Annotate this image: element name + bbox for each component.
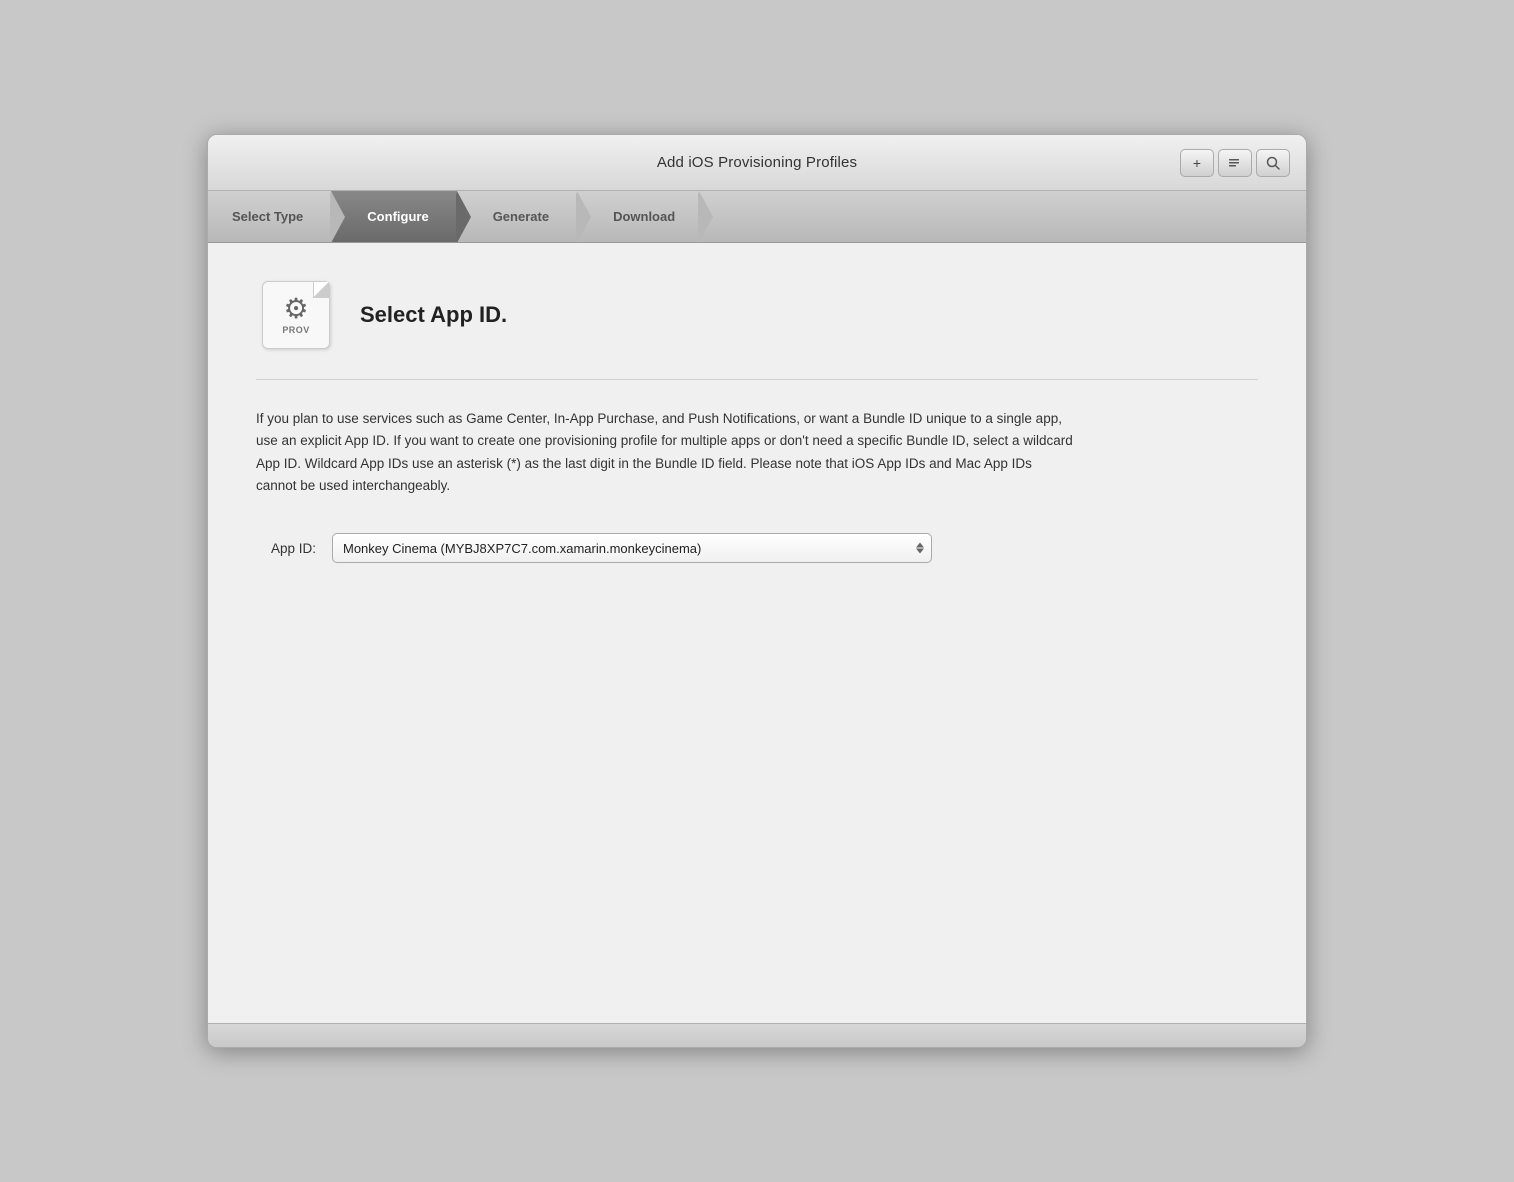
description-text: If you plan to use services such as Game… (256, 408, 1076, 497)
title-bar: Add iOS Provisioning Profiles + (208, 135, 1306, 191)
bottom-bar (208, 1023, 1306, 1047)
edit-icon (1228, 157, 1242, 169)
step-select-type[interactable]: Select Type (208, 191, 331, 242)
section-title: Select App ID. (360, 302, 507, 328)
prov-file-icon: ⚙ PROV (256, 275, 336, 355)
content-header: ⚙ PROV Select App ID. (256, 275, 1258, 380)
app-id-label: App ID: (256, 541, 316, 556)
step-configure[interactable]: Configure (331, 191, 456, 242)
search-icon (1266, 156, 1280, 170)
toolbar-actions: + (1180, 149, 1290, 177)
app-id-select[interactable]: Monkey Cinema (MYBJ8XP7C7.com.xamarin.mo… (332, 533, 932, 563)
edit-button[interactable] (1218, 149, 1252, 177)
prov-file-label: PROV (282, 325, 309, 335)
content-area: ⚙ PROV Select App ID. If you plan to use… (208, 243, 1306, 1023)
steps-bar: Select Type Configure Generate Download (208, 191, 1306, 243)
main-window: Add iOS Provisioning Profiles + Select T… (207, 134, 1307, 1048)
search-button[interactable] (1256, 149, 1290, 177)
app-id-row: App ID: Monkey Cinema (MYBJ8XP7C7.com.xa… (256, 533, 1258, 563)
window-title: Add iOS Provisioning Profiles (657, 154, 857, 171)
app-id-select-wrapper: Monkey Cinema (MYBJ8XP7C7.com.xamarin.mo… (332, 533, 932, 563)
icon-corner (313, 282, 329, 298)
add-button[interactable]: + (1180, 149, 1214, 177)
gear-icon: ⚙ (283, 295, 308, 323)
step-download[interactable]: Download (577, 191, 699, 242)
step-generate[interactable]: Generate (457, 191, 577, 242)
